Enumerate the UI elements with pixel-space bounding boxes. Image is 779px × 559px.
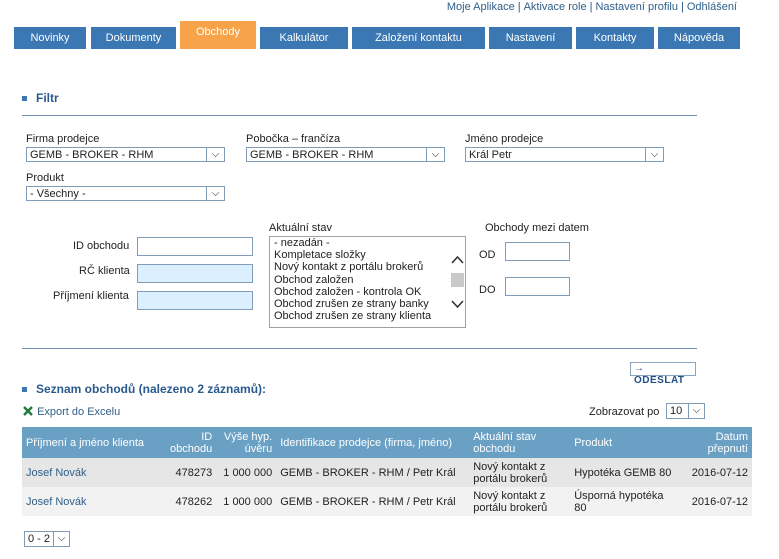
chevron-down-icon: ⌵ [206,187,224,200]
top-links: Moje Aplikace | Aktivace role | Nastavení pr… [446,1,737,13]
chevron-down-icon: ⌵ [688,404,704,418]
cell-state: Nový kontakt z portálu brokerů [469,487,571,516]
firma-select[interactable]: GEMB - BROKER - RHM ⌵ [26,147,225,162]
scrollbar-thumb[interactable] [451,273,464,287]
date-to-input[interactable] [505,277,570,296]
col-id[interactable]: ID obchodu [166,427,217,458]
cell-date: 2016-07-12 [680,487,752,516]
produkt-value: - Všechny - [30,188,86,200]
link-activate-role[interactable]: Aktivace role [524,1,587,13]
tab-novinky[interactable]: Novinky [14,27,86,49]
prijmeni-klienta-input[interactable] [137,291,253,310]
pobocka-label: Pobočka – frančíza [246,133,341,145]
id-obchodu-input[interactable] [137,237,253,256]
firma-label: Firma prodejce [26,133,100,145]
export-excel-link[interactable]: Export do Excelu [22,405,120,418]
tab-nastaveni[interactable]: Nastavení [489,27,572,49]
stav-option[interactable]: Obchod založen [270,274,465,286]
do-label: DO [479,284,496,296]
cell-seller: GEMB - BROKER - RHM / Petr Král [276,458,470,487]
col-product[interactable]: Produkt [570,427,681,458]
excel-icon [22,405,34,417]
cell-product: Úsporná hypotéka 80 [570,487,681,516]
filter-bullet-icon [22,96,27,101]
stav-scrollbar[interactable] [449,237,465,327]
cell-id: 478273 [166,458,217,487]
stav-option[interactable]: Kompletace složky [270,249,465,261]
link-logout[interactable]: Odhlášení [687,1,737,13]
stav-option[interactable]: Obchod založen - kontrola OK [270,286,465,298]
tab-obchody[interactable]: Obchody [180,21,256,49]
date-from-input[interactable] [505,242,570,261]
table-row[interactable]: Josef Novák 478262 1 000 000 GEMB - BROK… [22,487,752,516]
per-page-value: 10 [670,405,683,417]
filter-title: Filtr [36,91,59,105]
list-title: Seznam obchodů (nalezeno 2 záznamů): [36,382,267,396]
send-button[interactable]: → ODESLAT [630,362,696,386]
col-name[interactable]: Příjmení a jméno klienta [22,427,166,458]
cell-seller: GEMB - BROKER - RHM / Petr Král [276,487,470,516]
chevron-up-icon[interactable] [451,255,464,264]
link-profile-settings[interactable]: Nastavení profilu [595,1,678,13]
rc-label: RČ klienta [79,265,130,277]
tab-napoveda[interactable]: Nápověda [658,27,740,49]
datum-label: Obchody mezi datem [485,222,589,234]
stav-option[interactable]: Obchod zrušen ze strany banky [270,298,465,310]
col-state[interactable]: Aktuální stav obchodu [469,427,571,458]
table-header-row: Příjmení a jméno klienta ID obchodu Výše… [22,427,752,458]
deals-table: Příjmení a jméno klienta ID obchodu Výše… [22,427,752,516]
chevron-down-icon: ⌵ [645,148,663,161]
chevron-down-icon: ⌵ [426,148,444,161]
tab-zalozeni-kontaktu[interactable]: Založení kontaktu [352,27,485,49]
cell-state: Nový kontakt z portálu brokerů [469,458,571,487]
tab-kontakty[interactable]: Kontakty [576,27,654,49]
pager-value: 0 - 2 [28,533,51,545]
cell-product: Hypotéka GEMB 80 [570,458,681,487]
pager-select[interactable]: 0 - 2 ⌵ [24,531,70,547]
rc-klienta-input[interactable] [137,264,253,283]
export-excel-label[interactable]: Export do Excelu [37,406,120,418]
stav-option[interactable]: Obchod zrušen ze strany klienta [270,310,465,322]
stav-option[interactable]: - nezadán - [270,237,465,249]
firma-value: GEMB - BROKER - RHM [30,149,154,161]
cell-id: 478262 [166,487,217,516]
chevron-down-icon: ⌵ [53,532,69,546]
col-seller[interactable]: Identifikace prodejce (firma, jméno) [276,427,470,458]
link-my-apps[interactable]: Moje Aplikace [447,1,515,13]
jmeno-value: Král Petr [469,149,512,161]
list-bullet-icon [22,387,27,392]
tab-dokumenty[interactable]: Dokumenty [91,27,176,49]
tab-kalkulator[interactable]: Kalkulátor [260,27,348,49]
id-label: ID obchodu [73,240,130,252]
table-row[interactable]: Josef Novák 478273 1 000 000 GEMB - BROK… [22,458,752,487]
stav-listbox[interactable]: - nezadán - Kompletace složky Nový konta… [269,236,466,328]
filter-divider [22,115,697,116]
cell-amount: 1 000 000 [216,487,277,516]
show-per-page-label: Zobrazovat po [589,406,660,418]
od-label: OD [479,249,496,261]
col-date[interactable]: Datum přepnutí [680,427,752,458]
col-amount[interactable]: Výše hyp. úvěru [216,427,277,458]
send-label: ODESLAT [634,375,685,386]
arrow-right-icon: → [634,363,645,374]
stav-option[interactable]: Nový kontakt z portálu brokerů [270,261,465,273]
chevron-down-icon[interactable] [451,300,464,309]
stav-label: Aktuální stav [269,222,332,234]
prijmeni-label: Příjmení klienta [53,290,129,302]
pobocka-select[interactable]: GEMB - BROKER - RHM ⌵ [246,147,445,162]
cell-amount: 1 000 000 [216,458,277,487]
jmeno-label: Jméno prodejce [465,133,544,145]
pobocka-value: GEMB - BROKER - RHM [250,149,374,161]
per-page-select[interactable]: 10 ⌵ [666,403,705,419]
produkt-select[interactable]: - Všechny - ⌵ [26,186,225,201]
jmeno-select[interactable]: Král Petr ⌵ [465,147,664,162]
chevron-down-icon: ⌵ [206,148,224,161]
cell-date: 2016-07-12 [680,458,752,487]
client-name-link[interactable]: Josef Novák [26,496,87,508]
filter-bottom-divider [22,348,697,349]
produkt-label: Produkt [26,172,64,184]
client-name-link[interactable]: Josef Novák [26,467,87,479]
